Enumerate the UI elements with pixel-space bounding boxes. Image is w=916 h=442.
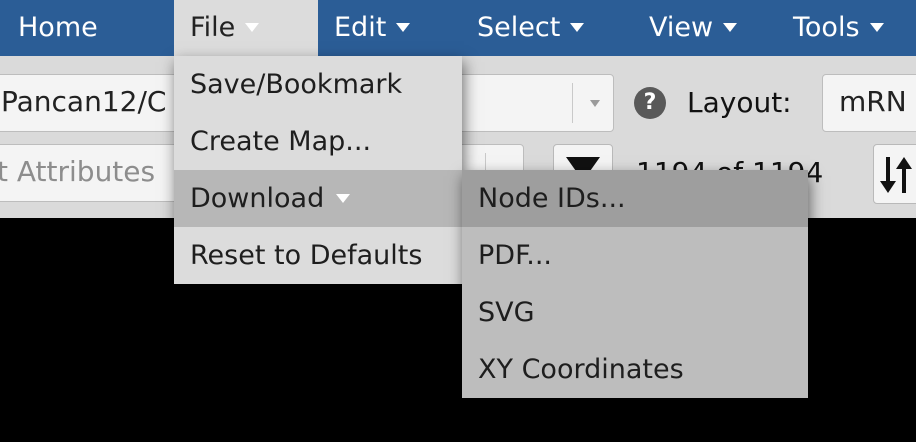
nav-select-label: Select [477,12,561,43]
chevron-down-icon [570,23,585,32]
menu-item-create-map[interactable]: Create Map... [174,113,462,170]
help-icon[interactable]: ? [634,87,666,119]
help-icon-glyph: ? [643,90,657,115]
nav-file-label: File [190,12,236,43]
menu-item-label: Node IDs... [478,183,626,214]
nav-edit-label: Edit [334,12,387,43]
sort-order-button[interactable] [873,144,916,204]
file-menu: Save/Bookmark Create Map... Download Res… [174,56,462,284]
menu-item-pdf[interactable]: PDF... [462,227,808,284]
layout-label: Layout: [687,86,792,119]
chevron-down-icon [869,23,884,32]
sort-arrows-icon [880,157,912,193]
menu-item-download[interactable]: Download [174,170,462,227]
menu-item-label: Download [190,183,325,214]
menu-item-label: PDF... [478,240,553,271]
download-submenu: Node IDs... PDF... SVG XY Coordinates [462,170,808,398]
nav-view[interactable]: View [649,0,738,56]
chevron-down-icon [336,194,351,203]
menu-item-label: Reset to Defaults [190,240,423,271]
nav-file[interactable]: File [174,0,318,56]
menu-item-label: XY Coordinates [478,354,684,385]
menu-item-save-bookmark[interactable]: Save/Bookmark [174,56,462,113]
divider [572,83,573,123]
menu-item-node-ids[interactable]: Node IDs... [462,170,808,227]
chevron-down-icon [723,23,738,32]
nav-view-label: View [649,12,714,43]
menu-item-svg[interactable]: SVG [462,284,808,341]
menu-item-label: Create Map... [190,126,372,157]
menu-item-reset-defaults[interactable]: Reset to Defaults [174,227,462,284]
chevron-down-icon [245,23,260,32]
layout-select-value: mRN [839,85,907,118]
nav-home[interactable]: Home [18,0,98,56]
menu-item-label: SVG [478,297,535,328]
layout-select[interactable]: mRN [822,74,916,132]
nav-tools-label: Tools [793,12,860,43]
nav-home-label: Home [18,12,98,43]
app-window: Home File Edit Select View Tools Pancan1… [0,0,916,442]
nav-tools[interactable]: Tools [793,0,884,56]
menu-item-label: Save/Bookmark [190,69,403,100]
menu-item-xy-coordinates[interactable]: XY Coordinates [462,341,808,398]
attributes-search-placeholder: t Attributes [0,155,156,188]
chevron-down-icon [396,23,411,32]
nav-edit[interactable]: Edit [334,0,411,56]
chevron-down-icon[interactable] [590,100,600,107]
map-select-value: Pancan12/C [1,85,167,118]
top-navbar: Home File Edit Select View Tools [0,0,916,56]
nav-select[interactable]: Select [477,0,585,56]
